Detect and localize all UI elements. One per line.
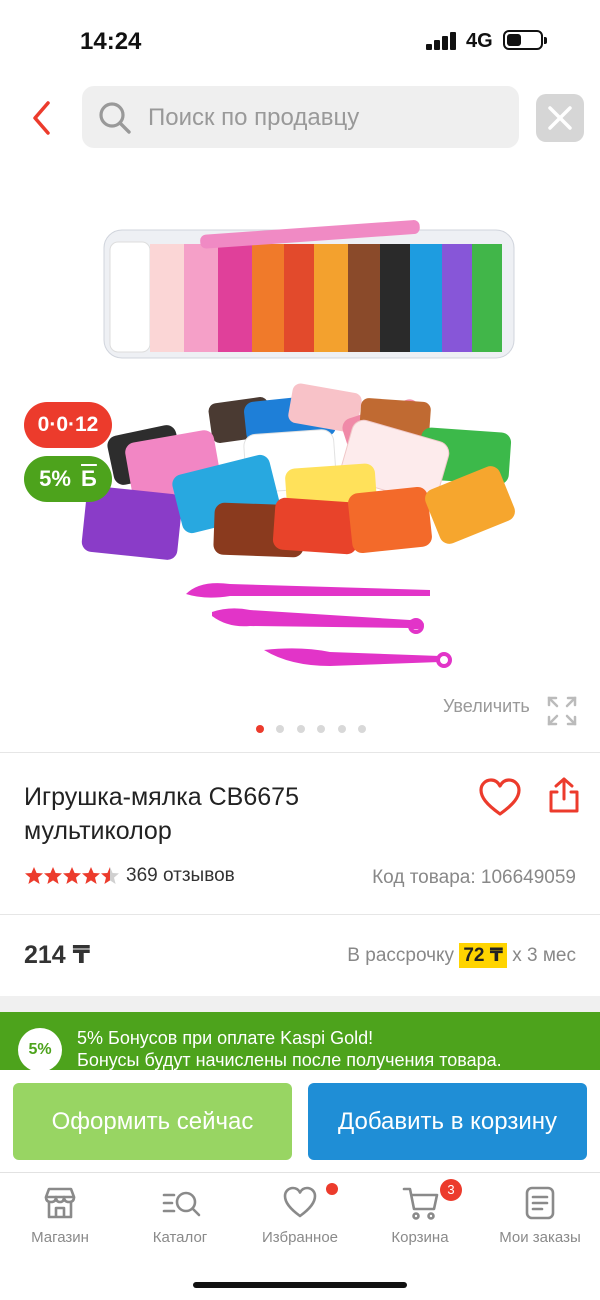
bottom-tab-bar: Магазин Каталог Избранное 3 Корзина Мои … [0,1172,600,1300]
tab-catalog[interactable]: Каталог [120,1173,240,1253]
search-icon [99,102,131,134]
notification-dot [326,1183,338,1195]
store-icon [44,1187,76,1219]
search-placeholder: Поиск по продавцу [148,104,360,131]
divider [0,914,600,915]
rating-stars [24,866,123,888]
orders-icon [525,1186,555,1220]
tab-store[interactable]: Магазин [0,1173,120,1253]
pagination-dot[interactable] [276,725,285,733]
bonus-banner-title: 5% Бонусов при оплате Kaspi Gold! [77,1028,374,1048]
network-type: 4G [466,30,493,52]
battery-icon [503,30,547,50]
installment-suffix: x 3 мес [512,945,576,966]
tab-orders[interactable]: Мои заказы [480,1173,600,1253]
pagination-dot[interactable] [358,725,367,733]
search-header: Поиск по продавцу [0,84,600,150]
product-gallery[interactable]: 0·0·12 5% Б Увеличить [0,160,600,750]
tab-label: Избранное [261,1229,339,1246]
bonus-badge: 5% Б [24,456,112,502]
bonus-banner[interactable]: 5% 5% Бонусов при оплате Kaspi Gold! Бон… [0,1012,600,1070]
installment-amount: 72 ₸ [459,943,507,968]
tab-label: Корзина [391,1229,449,1246]
pagination-dot[interactable] [317,725,326,733]
product-title: Игрушка-мялка CB6675 мультиколор [24,780,424,848]
chevron-left-icon [33,101,50,135]
pagination-dot[interactable] [256,725,264,733]
bonus-percent-badge: 5% [18,1028,62,1070]
divider [0,752,600,753]
tab-label: Каталог [152,1229,208,1246]
status-bar: 14:24 4G [0,0,600,80]
bonus-badge-percent: 5% [39,466,71,491]
age-badge: 0·0·12 [24,402,112,448]
clear-search-button[interactable] [536,94,584,142]
heart-icon [283,1186,317,1218]
installment-prefix: В рассрочку [347,945,455,966]
signal-icon [426,32,458,50]
action-bar: Оформить сейчас Добавить в корзину [0,1070,600,1172]
product-title-line2: мультиколор [24,817,172,845]
product-title-line1: Игрушка-мялка CB6675 [24,783,299,811]
home-indicator[interactable] [193,1282,407,1288]
pagination-dot[interactable] [337,725,346,733]
gallery-pagination [256,720,374,733]
tab-label: Магазин [31,1229,89,1246]
heart-icon[interactable] [478,778,522,818]
cart-count-badge: 3 [440,1179,462,1201]
buy-now-button[interactable]: Оформить сейчас [13,1083,292,1160]
search-input[interactable]: Поиск по продавцу [82,86,519,148]
bonus-badge-symbol: Б [81,466,97,491]
product-sku: Код товара: 106649059 [372,867,576,888]
zoom-label[interactable]: Увеличить [443,696,530,717]
catalog-search-icon [162,1191,201,1217]
tab-cart[interactable]: 3 Корзина [360,1173,480,1253]
tab-favorites[interactable]: Избранное [240,1173,360,1253]
reviews-link[interactable]: 369 отзывов [126,865,235,887]
product-price: 214 ₸ [24,941,91,969]
back-button[interactable] [26,98,60,138]
cart-icon [402,1187,439,1220]
close-icon [548,106,572,130]
bonus-banner-subtitle: Бонусы будут начислены после получения т… [77,1050,502,1070]
add-to-cart-button[interactable]: Добавить в корзину [308,1083,587,1160]
pagination-dot[interactable] [296,725,305,733]
tab-label: Мои заказы [499,1229,581,1246]
installment-info[interactable]: В рассрочку 72 ₸ x 3 мес [347,943,576,968]
section-separator [0,996,600,1012]
status-time: 14:24 [80,28,142,55]
expand-icon[interactable] [546,695,578,727]
share-icon[interactable] [547,776,581,814]
